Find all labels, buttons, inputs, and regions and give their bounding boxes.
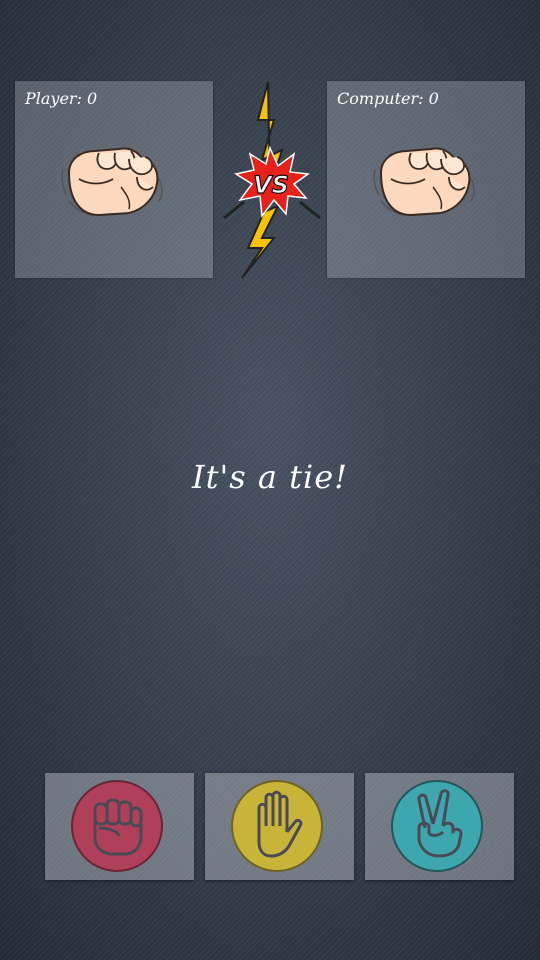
computer-panel: Computer: 0 xyxy=(327,81,525,278)
open-hand-icon xyxy=(231,780,323,872)
player-panel: Player: 0 xyxy=(15,81,213,278)
scissors-button[interactable] xyxy=(365,773,514,880)
rock-button[interactable] xyxy=(45,773,194,880)
fist-icon xyxy=(71,780,163,872)
paper-button[interactable] xyxy=(205,773,354,880)
vs-lightning-icon: VS xyxy=(223,81,321,279)
player-fist-icon xyxy=(61,147,163,217)
vs-label: VS xyxy=(253,171,289,199)
player-score: Player: 0 xyxy=(25,89,98,108)
computer-score: Computer: 0 xyxy=(337,89,439,108)
result-message: It's a tie! xyxy=(191,458,349,496)
computer-fist-icon xyxy=(373,147,475,217)
peace-hand-icon xyxy=(391,780,483,872)
